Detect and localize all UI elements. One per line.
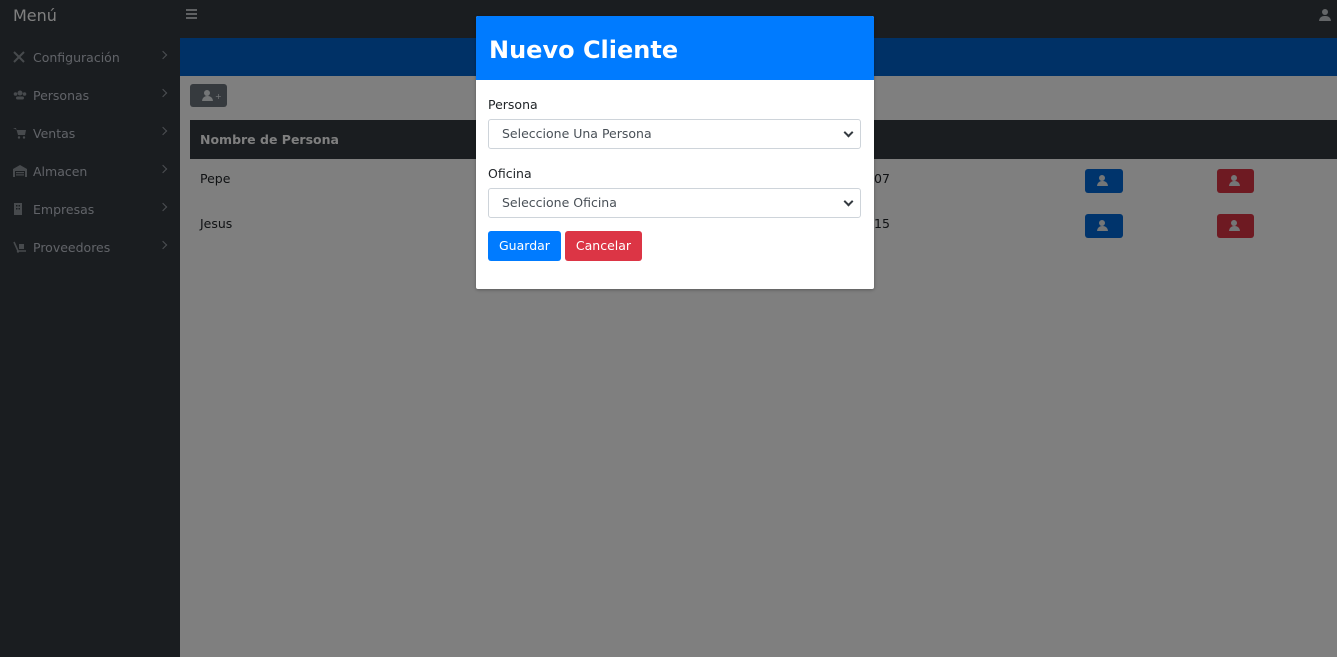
save-button[interactable]: Guardar — [488, 231, 561, 261]
oficina-label: Oficina — [488, 166, 532, 181]
cancel-button[interactable]: Cancelar — [564, 231, 643, 261]
chevron-down-icon — [843, 196, 854, 207]
modal-body: Persona Seleccione Una Persona Oficina S… — [476, 80, 874, 261]
persona-label: Persona — [488, 97, 538, 112]
persona-select-value: Seleccione Una Persona — [502, 126, 652, 141]
oficina-select[interactable]: Seleccione Oficina — [488, 188, 861, 218]
new-client-modal: Nuevo Cliente Persona Seleccione Una Per… — [476, 16, 874, 289]
oficina-select-value: Seleccione Oficina — [502, 195, 617, 210]
persona-select[interactable]: Seleccione Una Persona — [488, 119, 861, 149]
chevron-down-icon — [843, 127, 854, 138]
modal-title: Nuevo Cliente — [476, 16, 874, 80]
